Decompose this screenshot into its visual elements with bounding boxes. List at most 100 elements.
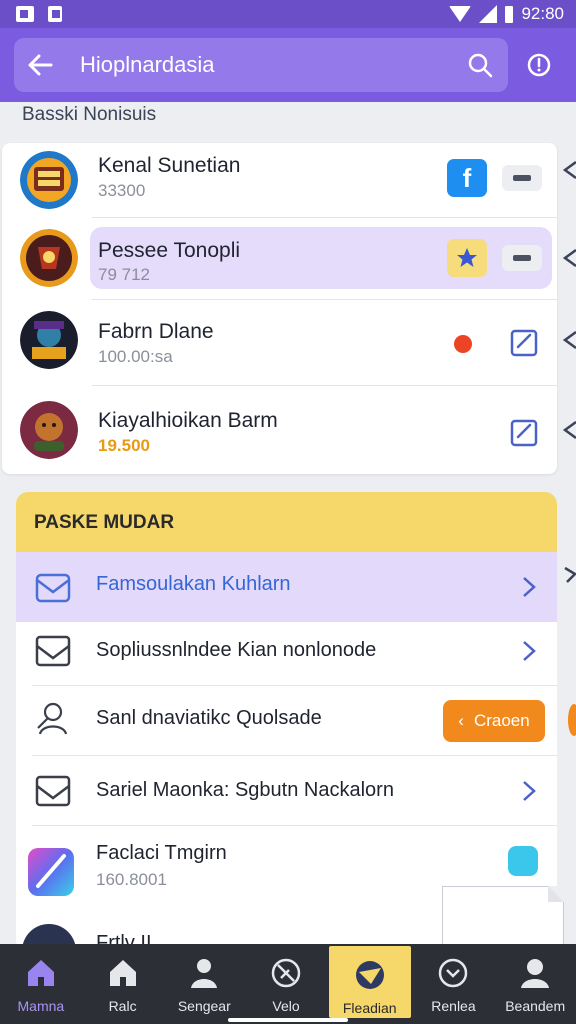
nav-item-beandem[interactable]: Beandem — [494, 944, 576, 1024]
envelope-icon — [35, 775, 71, 807]
more-icon — [513, 175, 531, 181]
list-item[interactable]: Kenal Sunetian 33300 f — [2, 143, 557, 225]
bottom-nav: Mamna Ralc Sengear Velo Fleadian Renlea … — [0, 944, 576, 1024]
back-arrow-icon — [28, 54, 53, 76]
contact-name: Fabrn Dlane — [98, 320, 214, 343]
package-row-label: Sanl dnaviatikc Quolsade — [96, 707, 322, 729]
contact-sub: 19.500 — [98, 436, 150, 455]
chevron-circle-icon — [439, 958, 468, 988]
chat-icon[interactable] — [508, 846, 538, 876]
avatar — [20, 311, 78, 369]
contact-name: Kiayalhioikan Barm — [98, 409, 278, 432]
create-button[interactable]: ‹ Craoen — [443, 700, 545, 742]
contacts-list: Kenal Sunetian 33300 f Pessee Tonopli 79… — [2, 143, 557, 474]
facebook-button[interactable]: f — [447, 159, 487, 197]
facebook-icon: f — [462, 162, 472, 193]
favorite-button[interactable] — [447, 239, 487, 277]
nav-label: Renlea — [431, 998, 476, 1014]
package-row[interactable]: Sanl dnaviatikc Quolsade ‹ Craoen — [16, 686, 557, 756]
more-button[interactable] — [502, 165, 542, 191]
list-item[interactable]: Fabrn Dlane 100.00:sa — [2, 307, 557, 389]
nav-item-mamna[interactable]: Mamna — [0, 944, 82, 1024]
package-header: PASKE MUDAR — [16, 492, 557, 552]
slash-circle-icon — [271, 958, 301, 988]
back-button[interactable] — [14, 38, 66, 92]
package-row-sub: 160.8001 — [96, 870, 167, 889]
nav-item-fleadian[interactable]: Fleadian — [328, 946, 411, 1018]
person-icon — [191, 959, 218, 988]
package-row[interactable]: Sariel Maonka: Sgbutn Nackalorn — [16, 756, 557, 826]
search-button[interactable] — [456, 38, 504, 92]
nav-label: Ralc — [108, 998, 137, 1014]
share-icon[interactable] — [562, 248, 576, 268]
package-row-label: Famsoulakan Kuhlarn — [96, 573, 291, 595]
create-button-label: Craoen — [473, 711, 530, 730]
search-bar[interactable]: Hioplnardasia — [14, 38, 508, 92]
chevron-right-icon — [523, 641, 536, 661]
home-icon — [27, 960, 54, 986]
avatar — [20, 151, 78, 209]
contact-sub: 79 712 — [98, 265, 150, 284]
nav-label: Beandem — [505, 998, 566, 1014]
home-indicator[interactable] — [228, 1018, 348, 1022]
house-icon — [109, 960, 136, 986]
profile-icon — [521, 959, 550, 988]
wifi-icon — [449, 6, 472, 22]
list-item[interactable]: Pessee Tonopli 79 712 — [2, 225, 557, 307]
contact-sub: 100.00:sa — [98, 347, 173, 366]
nav-label: Fleadian — [342, 1000, 397, 1016]
star-icon — [457, 248, 477, 267]
compass-icon — [355, 961, 384, 989]
more-icon — [513, 255, 531, 261]
divider — [92, 385, 557, 386]
info-icon — [527, 53, 551, 77]
person-icon — [37, 702, 68, 735]
app-bar: Hioplnardasia — [0, 28, 576, 102]
edit-icon[interactable] — [510, 329, 538, 357]
info-button[interactable] — [518, 50, 560, 80]
envelope-icon — [35, 573, 71, 603]
divider — [92, 299, 557, 300]
pin-icon[interactable] — [562, 564, 576, 586]
search-icon — [468, 53, 493, 78]
package-row-label: Sariel Maonka: Sgbutn Nackalorn — [96, 779, 394, 801]
package-row[interactable]: Sopliussnlndee Kian nonlonode — [16, 616, 557, 686]
package-row-label: Sopliussnlndee Kian nonlonode — [96, 639, 377, 661]
package-row[interactable]: Famsoulakan Kuhlarn — [16, 552, 557, 622]
edit-icon[interactable] — [510, 419, 538, 447]
nav-label: Velo — [272, 998, 300, 1014]
more-button[interactable] — [502, 245, 542, 271]
section-label: Basski Nonisuis — [22, 104, 157, 125]
nav-item-velo[interactable]: Velo — [245, 944, 327, 1024]
chevron-right-icon — [523, 781, 536, 801]
share-icon[interactable] — [562, 420, 576, 440]
share-icon[interactable] — [562, 330, 576, 350]
divider — [92, 217, 557, 218]
avatar — [20, 401, 78, 459]
package-card: PASKE MUDAR Famsoulakan Kuhlarn Sopliuss… — [16, 492, 557, 952]
contact-sub: 33300 — [98, 181, 146, 200]
envelope-icon — [35, 635, 71, 667]
edge-badge — [568, 704, 576, 736]
app-gradient-icon — [28, 848, 74, 896]
notification-icon — [48, 6, 62, 22]
page-title: Hioplnardasia — [80, 52, 215, 77]
nav-label: Sengear — [177, 998, 231, 1014]
share-icon[interactable] — [562, 160, 576, 180]
notification-icon — [16, 6, 34, 22]
contact-name: Kenal Sunetian — [98, 154, 241, 177]
signal-icon — [479, 5, 498, 23]
status-time: 92:80 — [521, 4, 564, 23]
avatar — [20, 229, 78, 287]
battery-icon — [505, 5, 514, 23]
list-item[interactable]: Kiayalhioikan Barm 19.500 — [2, 393, 557, 475]
nav-item-ralc[interactable]: Ralc — [82, 944, 164, 1024]
nav-item-sengear[interactable]: Sengear — [163, 944, 245, 1024]
nav-item-renlea[interactable]: Renlea — [413, 944, 495, 1024]
package-row-label: Faclaci Tmgirn — [96, 842, 227, 864]
status-dot — [454, 335, 472, 353]
contact-name: Pessee Tonopli — [98, 239, 241, 262]
divider — [32, 825, 557, 826]
chevron-left-icon: ‹ — [458, 711, 464, 730]
chevron-right-icon — [523, 577, 536, 597]
